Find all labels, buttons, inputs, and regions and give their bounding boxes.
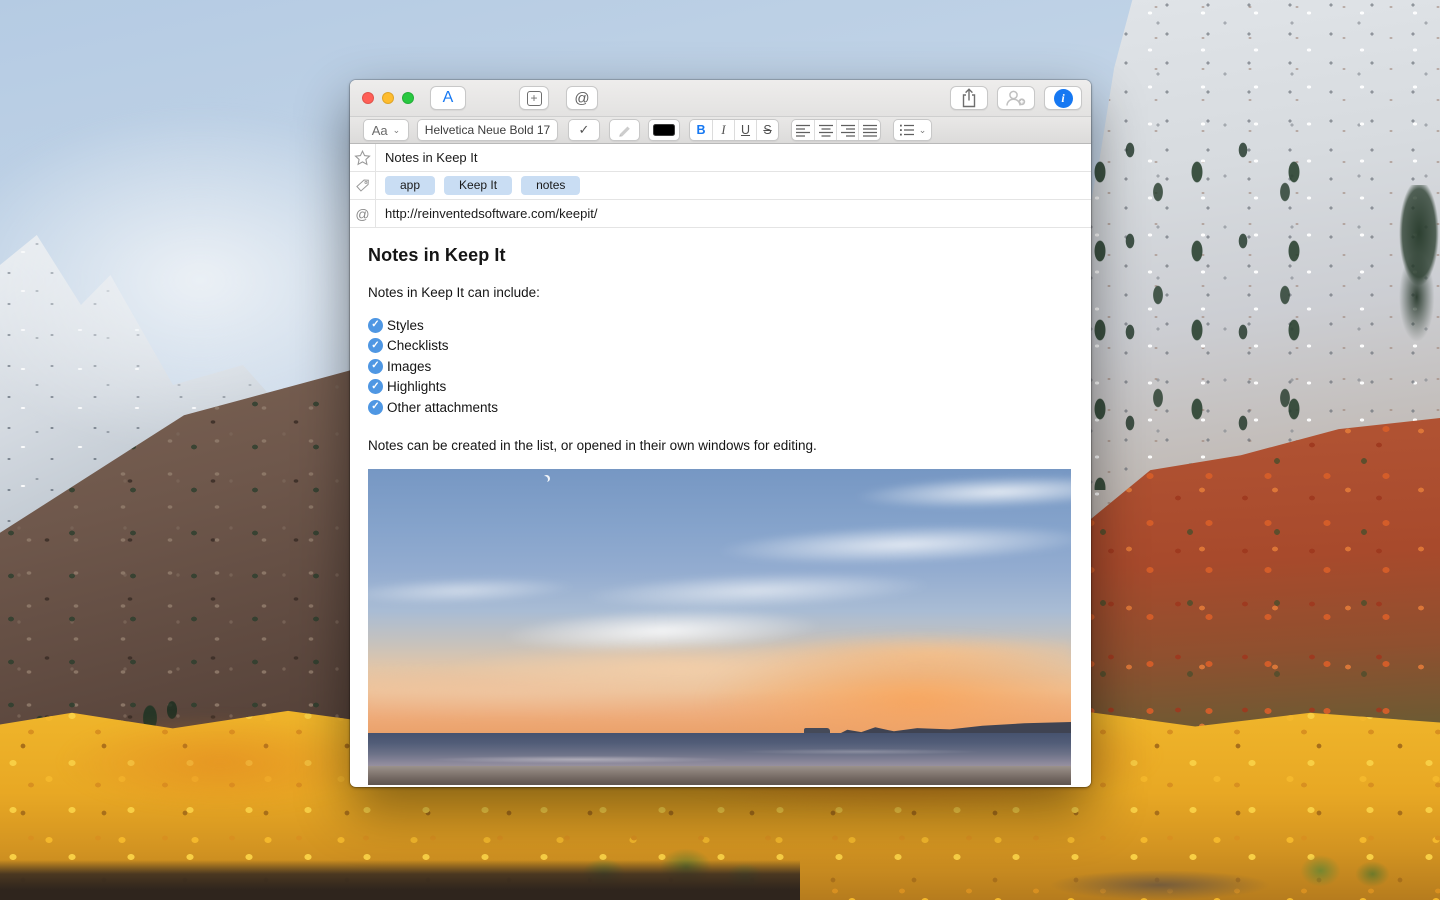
align-center-icon — [818, 124, 834, 137]
toolbar-right-group: i — [950, 86, 1082, 110]
wallpaper-conifers — [1078, 140, 1338, 490]
alignment-segment — [791, 119, 881, 141]
info-icon: i — [1054, 89, 1073, 108]
tag-pill[interactable]: notes — [521, 176, 580, 195]
fullscreen-window-button[interactable] — [402, 92, 414, 104]
tag-pill[interactable]: app — [385, 176, 435, 195]
note-title-row: Notes in Keep It — [350, 144, 1091, 172]
checklist-item-label: Images — [387, 359, 431, 374]
window-titlebar[interactable]: A + @ — [350, 80, 1091, 117]
photo-moon — [543, 475, 550, 482]
align-right-button[interactable] — [836, 120, 858, 140]
align-left-button[interactable] — [792, 120, 814, 140]
checklist-item: Other attachments — [368, 397, 1071, 418]
tag-list: app Keep It notes — [385, 176, 580, 195]
text-color-well[interactable] — [648, 119, 680, 141]
minimize-window-button[interactable] — [382, 92, 394, 104]
note-editor-body[interactable]: Notes in Keep It Notes in Keep It can in… — [350, 228, 1091, 786]
tag-pill[interactable]: Keep It — [444, 176, 512, 195]
font-name-button[interactable]: Helvetica Neue Bold 17 — [417, 119, 558, 141]
text-style-segment: B I U S — [689, 119, 779, 141]
share-icon — [960, 88, 978, 108]
note-checklist: Styles Checklists Images Highlig — [368, 315, 1071, 418]
window-controls — [362, 92, 414, 104]
wallpaper-dark-ground — [0, 860, 800, 900]
share-button[interactable] — [950, 86, 988, 110]
star-icon[interactable] — [350, 144, 376, 171]
checklist-toggle-button[interactable]: ✓ — [568, 119, 600, 141]
desktop: A + @ — [0, 0, 1440, 900]
italic-button[interactable]: I — [712, 120, 734, 140]
list-style-button[interactable]: ⌄ — [893, 119, 932, 141]
note-url-field[interactable]: http://reinventedsoftware.com/keepit/ — [385, 206, 597, 221]
note-outro-text: Notes can be created in the list, or ope… — [368, 438, 1071, 453]
align-justify-icon — [862, 124, 878, 137]
highlight-marker-button[interactable] — [609, 119, 640, 141]
sunset-beach-photo-attachment[interactable] — [368, 469, 1071, 785]
align-center-button[interactable] — [814, 120, 836, 140]
wallpaper-orange-foliage-left — [60, 715, 380, 810]
chevron-down-icon: ⌄ — [393, 126, 401, 135]
fonts-panel-button[interactable]: A — [430, 86, 466, 110]
underline-button[interactable]: U — [734, 120, 756, 140]
checklist-item: Highlights — [368, 377, 1071, 398]
strikethrough-button[interactable]: S — [756, 120, 778, 140]
list-icon — [899, 124, 915, 136]
close-window-button[interactable] — [362, 92, 374, 104]
new-note-button[interactable]: + — [519, 86, 549, 110]
checked-checkbox-icon[interactable] — [368, 318, 383, 333]
note-heading: Notes in Keep It — [368, 245, 1071, 266]
wallpaper-green-bushes-right — [1275, 835, 1405, 900]
bold-button[interactable]: B — [690, 120, 712, 140]
checklist-item: Checklists — [368, 336, 1071, 357]
checked-checkbox-icon[interactable] — [368, 359, 383, 374]
marker-pen-icon — [617, 123, 633, 137]
styles-aa-label: Aa — [372, 123, 388, 138]
add-person-icon — [1005, 89, 1027, 107]
checked-checkbox-icon[interactable] — [368, 379, 383, 394]
checklist-item: Images — [368, 356, 1071, 377]
keep-it-note-editor-window: A + @ — [350, 80, 1091, 787]
checklist-item-label: Styles — [387, 318, 424, 333]
at-icon: @ — [574, 90, 589, 107]
info-button[interactable]: i — [1044, 86, 1082, 110]
wallpaper-conifer-tree — [1396, 185, 1440, 345]
checklist-item-label: Highlights — [387, 379, 446, 394]
tag-icon[interactable] — [350, 172, 376, 199]
checklist-item: Styles — [368, 315, 1071, 336]
add-note-icon: + — [527, 91, 542, 106]
checked-checkbox-icon[interactable] — [368, 400, 383, 415]
color-swatch-black — [653, 124, 675, 136]
add-link-button[interactable]: @ — [566, 86, 598, 110]
format-bar: Aa ⌄ Helvetica Neue Bold 17 ✓ B I U S — [350, 117, 1091, 144]
note-tags-row: app Keep It notes — [350, 172, 1091, 200]
paragraph-styles-button[interactable]: Aa ⌄ — [363, 119, 409, 141]
checked-checkbox-icon[interactable] — [368, 338, 383, 353]
at-icon: @ — [350, 200, 376, 227]
note-title-field[interactable]: Notes in Keep It — [385, 150, 478, 165]
checklist-item-label: Other attachments — [387, 400, 498, 415]
photo-beach — [368, 766, 1071, 785]
align-left-icon — [795, 124, 811, 137]
note-url-row: @ http://reinventedsoftware.com/keepit/ — [350, 200, 1091, 228]
photo-sea — [368, 733, 1071, 767]
chevron-down-icon: ⌄ — [919, 126, 927, 135]
checklist-item-label: Checklists — [387, 338, 449, 353]
add-person-button[interactable] — [997, 86, 1035, 110]
format-a-icon: A — [443, 89, 454, 107]
align-justify-button[interactable] — [858, 120, 880, 140]
note-intro-text: Notes in Keep It can include: — [368, 285, 1071, 300]
align-right-icon — [840, 124, 856, 137]
wallpaper-ground-patch — [1050, 870, 1270, 900]
